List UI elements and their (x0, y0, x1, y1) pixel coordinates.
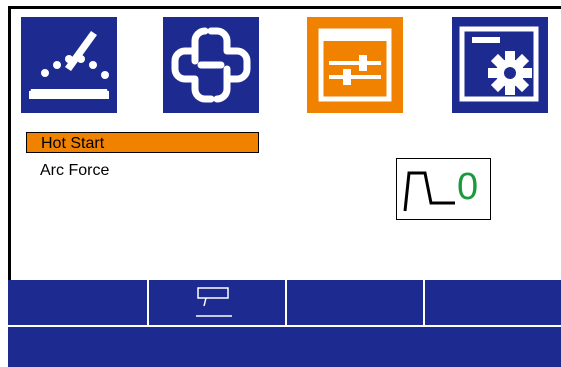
softkey-divider (285, 280, 287, 325)
softkey-bar-divider (8, 325, 561, 327)
hot-start-value-display: 0 (396, 158, 491, 220)
tab-welding-process[interactable] (21, 17, 117, 113)
tab-connection[interactable] (163, 17, 259, 113)
softkey-divider (147, 280, 149, 325)
chain-link-icon (163, 17, 259, 113)
softkey-4[interactable] (425, 280, 561, 325)
input-field-icon[interactable] (194, 284, 234, 320)
param-arc-force[interactable]: Arc Force (26, 160, 259, 181)
tab-settings[interactable] (452, 17, 548, 113)
welding-bead-icon (21, 17, 117, 113)
tab-parameters[interactable] (307, 17, 403, 113)
screen-border-top (8, 6, 561, 9)
sliders-icon (307, 17, 403, 113)
softkey-1[interactable] (8, 280, 147, 325)
window-gear-icon (452, 17, 548, 113)
param-hot-start[interactable]: Hot Start (26, 132, 259, 153)
hot-start-value: 0 (457, 166, 479, 208)
welder-screen: Hot Start Arc Force 0 (0, 0, 561, 367)
hot-start-curve-icon (403, 171, 455, 212)
softkey-3[interactable] (287, 280, 423, 325)
softkey-divider (423, 280, 425, 325)
